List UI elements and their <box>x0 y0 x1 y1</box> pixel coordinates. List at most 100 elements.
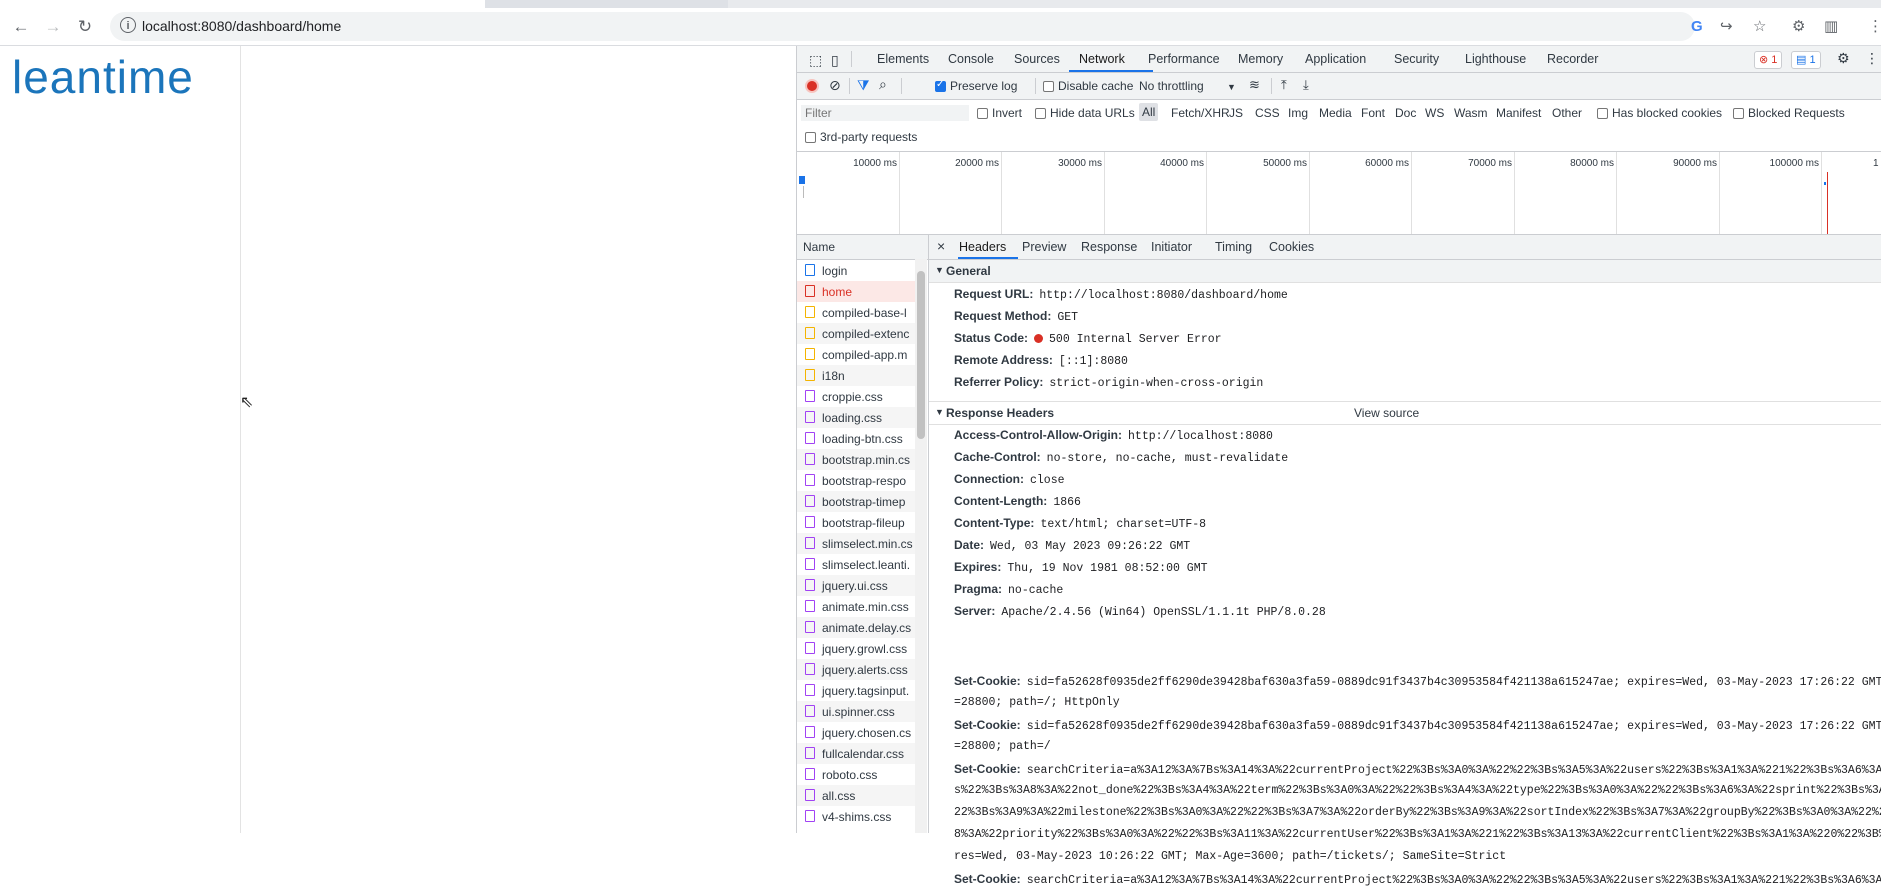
request-row[interactable]: all.css <box>797 785 915 806</box>
request-row[interactable]: i18n <box>797 365 915 386</box>
general-section-header[interactable]: ▼ General <box>929 260 1881 283</box>
request-row[interactable]: compiled-app.m <box>797 344 915 365</box>
more-options-icon[interactable]: ⋮ <box>1865 50 1879 67</box>
third-party-checkbox[interactable]: 3rd-party requests <box>805 130 917 144</box>
request-row[interactable]: bootstrap-timep <box>797 491 915 512</box>
request-row[interactable]: slimselect.leanti. <box>797 554 915 575</box>
tab-network[interactable]: Network <box>1079 52 1125 66</box>
tab-elements[interactable]: Elements <box>877 52 929 66</box>
tab-console[interactable]: Console <box>948 52 994 66</box>
header-value[interactable]: text/html; charset=UTF-8 <box>1040 518 1206 531</box>
site-info-icon[interactable]: i <box>120 17 136 33</box>
request-row[interactable]: ui.spinner.css <box>797 701 915 722</box>
header-value[interactable]: close <box>1030 474 1065 487</box>
type-filter-js[interactable]: JS <box>1229 106 1243 120</box>
side-panel-icon[interactable]: ▥ <box>1824 19 1838 35</box>
request-row[interactable]: jquery.growl.css <box>797 638 915 659</box>
request-row[interactable]: slimselect.min.cs <box>797 533 915 554</box>
request-row[interactable]: animate.min.css <box>797 596 915 617</box>
leantime-logo[interactable]: leantime <box>12 50 194 104</box>
network-overview-timeline[interactable]: 10000 ms 20000 ms 30000 ms 40000 ms 5000… <box>797 152 1881 235</box>
message-count-badge[interactable]: ▤ 1 <box>1791 51 1821 69</box>
network-conditions-icon[interactable]: ≋ <box>1249 77 1260 93</box>
request-row[interactable]: home <box>797 281 915 302</box>
hide-data-urls-checkbox[interactable]: Hide data URLs <box>1035 106 1135 120</box>
response-headers-section-header[interactable]: ▼ Response Headers View source <box>929 401 1881 425</box>
blocked-requests-check[interactable] <box>1733 108 1744 119</box>
bookmark-star-icon[interactable]: ☆ <box>1753 19 1766 35</box>
type-filter-media[interactable]: Media <box>1319 106 1352 120</box>
throttling-select[interactable]: No throttling ▼ <box>1139 79 1236 93</box>
hide-data-urls-check[interactable] <box>1035 108 1046 119</box>
type-filter-wasm[interactable]: Wasm <box>1454 106 1488 120</box>
browser-tab-inactive[interactable] <box>728 0 1881 8</box>
share-icon[interactable]: ↪ <box>1720 19 1733 35</box>
header-value[interactable]: sid=fa52628f0935de2ff6290de39428baf630a3… <box>1027 720 1881 733</box>
header-value[interactable]: sid=fa52628f0935de2ff6290de39428baf630a3… <box>1027 676 1881 689</box>
google-icon[interactable]: G <box>1691 19 1703 35</box>
header-value[interactable]: 500 Internal Server Error <box>1049 333 1222 346</box>
type-filter-fetch-xhr[interactable]: Fetch/XHR <box>1171 106 1230 120</box>
forward-icon[interactable]: → <box>41 15 65 39</box>
settings-gear-icon[interactable]: ⚙ <box>1837 50 1850 67</box>
tab-memory[interactable]: Memory <box>1238 52 1283 66</box>
request-row[interactable]: croppie.css <box>797 386 915 407</box>
request-row[interactable]: compiled-extenc <box>797 323 915 344</box>
tab-recorder[interactable]: Recorder <box>1547 52 1598 66</box>
clear-icon[interactable]: ⊘ <box>829 77 841 94</box>
menu-icon[interactable]: ⋮ <box>1868 19 1881 35</box>
request-row[interactable]: roboto.css <box>797 764 915 785</box>
filter-input[interactable] <box>801 105 969 121</box>
header-value-continued[interactable]: 8%3A%22priority%22%3Bs%3A0%3A%22%22%3Bs%… <box>954 828 1881 841</box>
request-row[interactable]: v4-shims.css <box>797 806 915 827</box>
search-icon[interactable]: ⌕ <box>879 76 887 93</box>
type-filter-other[interactable]: Other <box>1552 106 1582 120</box>
header-value[interactable]: searchCriteria=a%3A12%3A%7Bs%3A14%3A%22c… <box>1027 764 1881 777</box>
browser-tab-active[interactable] <box>0 0 485 8</box>
header-value[interactable]: Thu, 19 Nov 1981 08:52:00 GMT <box>1007 562 1207 575</box>
header-value[interactable]: Apache/2.4.56 (Win64) OpenSSL/1.1.1t PHP… <box>1001 606 1325 619</box>
request-row[interactable]: fullcalendar.css <box>797 743 915 764</box>
third-party-check[interactable] <box>805 132 816 143</box>
request-row[interactable]: compiled-base-l <box>797 302 915 323</box>
header-value[interactable]: http://localhost:8080 <box>1128 430 1273 443</box>
request-row[interactable]: jquery.chosen.cs <box>797 722 915 743</box>
type-filter-font[interactable]: Font <box>1361 106 1385 120</box>
header-value-continued[interactable]: =28800; path=/ <box>954 740 1051 753</box>
header-value[interactable]: searchCriteria=a%3A12%3A%7Bs%3A14%3A%22c… <box>1027 874 1881 887</box>
tab-initiator[interactable]: Initiator <box>1151 240 1192 254</box>
header-value[interactable]: no-store, no-cache, must-revalidate <box>1047 452 1289 465</box>
request-list-scrollbar[interactable] <box>915 259 927 833</box>
type-filter-css[interactable]: CSS <box>1255 106 1280 120</box>
type-filter-ws[interactable]: WS <box>1425 106 1444 120</box>
export-har-icon[interactable]: ⤓ <box>1303 77 1309 93</box>
blocked-requests-checkbox[interactable]: Blocked Requests <box>1733 106 1845 120</box>
tab-sources[interactable]: Sources <box>1014 52 1060 66</box>
type-filter-doc[interactable]: Doc <box>1395 106 1416 120</box>
request-row[interactable]: jquery.alerts.css <box>797 659 915 680</box>
invert-checkbox[interactable]: Invert <box>977 106 1022 120</box>
tab-performance[interactable]: Performance <box>1148 52 1220 66</box>
has-blocked-cookies-check[interactable] <box>1597 108 1608 119</box>
scroll-thumb[interactable] <box>917 271 925 439</box>
request-row[interactable]: loading.css <box>797 407 915 428</box>
request-row[interactable]: jquery.tagsinput. <box>797 680 915 701</box>
preserve-log-check[interactable] <box>935 79 946 92</box>
extensions-icon[interactable]: ⚙ <box>1792 19 1805 35</box>
tab-timing[interactable]: Timing <box>1215 240 1252 254</box>
header-value[interactable]: 1866 <box>1053 496 1081 509</box>
tab-cookies[interactable]: Cookies <box>1269 240 1314 254</box>
header-value[interactable]: no-cache <box>1008 584 1063 597</box>
header-value[interactable]: [::1]:8080 <box>1059 355 1128 368</box>
record-icon[interactable] <box>805 79 819 93</box>
invert-check[interactable] <box>977 108 988 119</box>
has-blocked-cookies-checkbox[interactable]: Has blocked cookies <box>1597 106 1722 120</box>
request-row[interactable]: bootstrap-respo <box>797 470 915 491</box>
filter-funnel-icon[interactable]: ⧩ <box>857 77 870 94</box>
import-har-icon[interactable]: ⤒ <box>1281 77 1287 93</box>
address-bar[interactable]: i localhost:8080/dashboard/home <box>110 12 1695 41</box>
preserve-log-checkbox[interactable]: Preserve log <box>935 79 1017 93</box>
request-row[interactable]: login <box>797 260 915 281</box>
type-filter-all[interactable]: All <box>1139 103 1159 121</box>
tab-response[interactable]: Response <box>1081 240 1137 254</box>
